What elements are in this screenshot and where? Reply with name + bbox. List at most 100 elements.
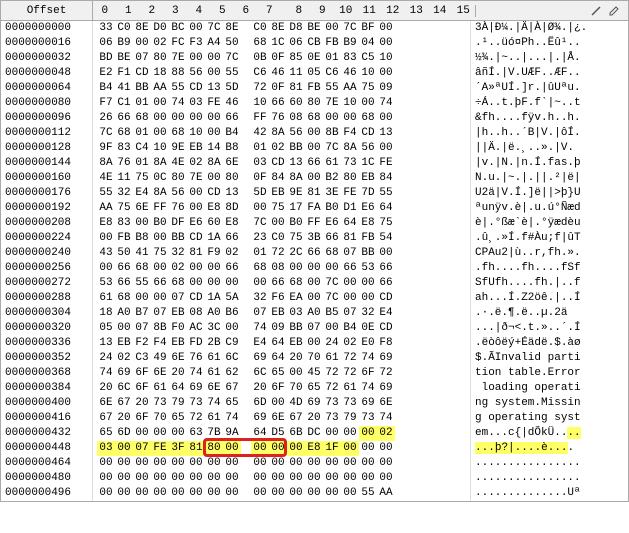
hex-byte[interactable]: 80 [305, 96, 323, 111]
hex-byte[interactable]: 5A [223, 291, 241, 306]
hex-byte[interactable]: 61 [341, 381, 359, 396]
hex-byte[interactable]: B6 [223, 306, 241, 321]
hex-byte[interactable]: 00 [377, 36, 395, 51]
hex-byte[interactable]: 76 [115, 156, 133, 171]
hex-byte[interactable]: 20 [97, 381, 115, 396]
hex-byte[interactable]: 00 [115, 486, 133, 501]
hex-byte[interactable]: 05 [97, 321, 115, 336]
hex-byte[interactable]: 66 [377, 261, 395, 276]
hex-byte[interactable]: 65 [223, 396, 241, 411]
hex-byte[interactable]: D5 [269, 426, 287, 441]
ascii-cell[interactable]: ...|ð¬<.t.»..´.Í [471, 321, 628, 336]
hex-byte[interactable]: 67 [223, 381, 241, 396]
hex-cell[interactable]: 7C680100681000B4428A56008BF4CD13 [93, 126, 471, 141]
hex-byte[interactable]: 67 [287, 411, 305, 426]
hex-byte[interactable]: 53 [97, 276, 115, 291]
hex-byte[interactable]: 6E [205, 381, 223, 396]
hex-cell[interactable]: 00000000000000000000000000000000 [93, 456, 471, 471]
hex-byte[interactable]: 6B [287, 426, 305, 441]
hex-byte[interactable]: 00 [151, 426, 169, 441]
hex-byte[interactable]: 61 [205, 411, 223, 426]
ascii-cell[interactable]: &fh....fÿv.h..h. [471, 111, 628, 126]
hex-byte[interactable]: 00 [205, 486, 223, 501]
hex-byte[interactable]: 3C [205, 321, 223, 336]
hex-cell[interactable]: 4E11750C807E00800F848A00B280EB84 [93, 171, 471, 186]
hex-byte[interactable]: AA [377, 486, 395, 501]
hex-byte[interactable]: 00 [305, 336, 323, 351]
ascii-cell[interactable]: ªunÿv.è|.u.ú°Ñæd [471, 201, 628, 216]
hex-byte[interactable]: 75 [269, 201, 287, 216]
hex-byte[interactable]: 07 [133, 441, 151, 456]
ascii-cell[interactable]: CPAu2|ù..r,fh.». [471, 246, 628, 261]
hex-byte[interactable]: 5D [223, 81, 241, 96]
ascii-cell[interactable]: N.u.|~.|.||.²|ë| [471, 171, 628, 186]
hex-byte[interactable]: 66 [323, 231, 341, 246]
hex-byte[interactable]: 33 [97, 21, 115, 36]
hex-byte[interactable]: 00 [305, 141, 323, 156]
hex-byte[interactable]: 9E [169, 141, 187, 156]
hex-cell[interactable]: 5532E48A5600CD135DEB9E813EFE7D55 [93, 186, 471, 201]
hex-byte[interactable]: 7B [205, 426, 223, 441]
hex-byte[interactable]: 13 [377, 126, 395, 141]
hex-byte[interactable]: 01 [133, 126, 151, 141]
hex-byte[interactable]: C4 [133, 141, 151, 156]
hex-byte[interactable]: 4E [169, 156, 187, 171]
hex-byte[interactable]: 0E [305, 51, 323, 66]
hex-byte[interactable]: E8 [305, 441, 323, 456]
hex-byte[interactable]: 3F [169, 441, 187, 456]
hex-byte[interactable]: 50 [223, 36, 241, 51]
hex-byte[interactable]: 03 [287, 306, 305, 321]
hex-byte[interactable]: 68 [169, 276, 187, 291]
hex-byte[interactable]: CD [377, 321, 395, 336]
hex-byte[interactable]: 20 [305, 411, 323, 426]
ascii-cell[interactable]: âñÍ.|V.UÆF..ÆF.. [471, 66, 628, 81]
ascii-cell[interactable]: è|.°ßæ`è|.°ÿædèu [471, 216, 628, 231]
ascii-cell[interactable]: .fh....fh....fSf [471, 261, 628, 276]
hex-byte[interactable]: 20 [133, 396, 151, 411]
hex-byte[interactable]: 00 [205, 456, 223, 471]
hex-byte[interactable]: 72 [341, 366, 359, 381]
hex-cell[interactable]: 9F83C4109EEB14B80102BB007C8A5600 [93, 141, 471, 156]
hex-byte[interactable]: C0 [115, 21, 133, 36]
hex-byte[interactable]: 13 [97, 336, 115, 351]
hex-byte[interactable]: C5 [359, 51, 377, 66]
hex-row[interactable]: 000000036874696F6E207461626C65004572726F… [1, 366, 628, 381]
hex-byte[interactable]: 6F [133, 381, 151, 396]
hex-byte[interactable]: 00 [187, 456, 205, 471]
hex-byte[interactable]: 1A [205, 291, 223, 306]
hex-byte[interactable]: 80 [151, 51, 169, 66]
hex-byte[interactable]: 00 [97, 471, 115, 486]
hex-byte[interactable]: 81 [305, 186, 323, 201]
hex-byte[interactable]: 02 [341, 336, 359, 351]
hex-byte[interactable]: 66 [341, 261, 359, 276]
hex-byte[interactable]: 81 [287, 81, 305, 96]
hex-byte[interactable]: 01 [323, 51, 341, 66]
hex-byte[interactable]: C6 [323, 66, 341, 81]
hex-byte[interactable]: 24 [97, 351, 115, 366]
hex-byte[interactable]: 61 [151, 381, 169, 396]
hex-byte[interactable]: 8A [287, 171, 305, 186]
hex-byte[interactable]: EB [269, 306, 287, 321]
ascii-cell[interactable]: tion table.Error [471, 366, 628, 381]
hex-byte[interactable]: 24 [323, 336, 341, 351]
hex-byte[interactable]: 00 [151, 96, 169, 111]
hex-byte[interactable]: 61 [205, 366, 223, 381]
hex-byte[interactable]: BB [169, 231, 187, 246]
hex-byte[interactable]: E6 [187, 216, 205, 231]
hex-cell[interactable]: F7C101007403FE46106660807E100074 [93, 96, 471, 111]
hex-byte[interactable]: F1 [115, 66, 133, 81]
hex-cell[interactable]: 2666680000000066FF76086800006800 [93, 111, 471, 126]
hex-byte[interactable]: 00 [287, 261, 305, 276]
hex-byte[interactable]: 72 [269, 246, 287, 261]
hex-byte[interactable]: 09 [269, 321, 287, 336]
hex-byte[interactable]: 66 [223, 261, 241, 276]
hex-byte[interactable]: 69 [377, 381, 395, 396]
hex-byte[interactable]: 80 [341, 171, 359, 186]
hex-row[interactable]: 00000001289F83C4109EEB14B80102BB007C8A56… [1, 141, 628, 156]
hex-byte[interactable]: 10 [341, 96, 359, 111]
hex-byte[interactable]: F2 [133, 336, 151, 351]
hex-byte[interactable]: BB [287, 141, 305, 156]
hex-byte[interactable]: 26 [97, 111, 115, 126]
hex-byte[interactable]: EB [187, 141, 205, 156]
hex-byte[interactable]: 88 [169, 66, 187, 81]
